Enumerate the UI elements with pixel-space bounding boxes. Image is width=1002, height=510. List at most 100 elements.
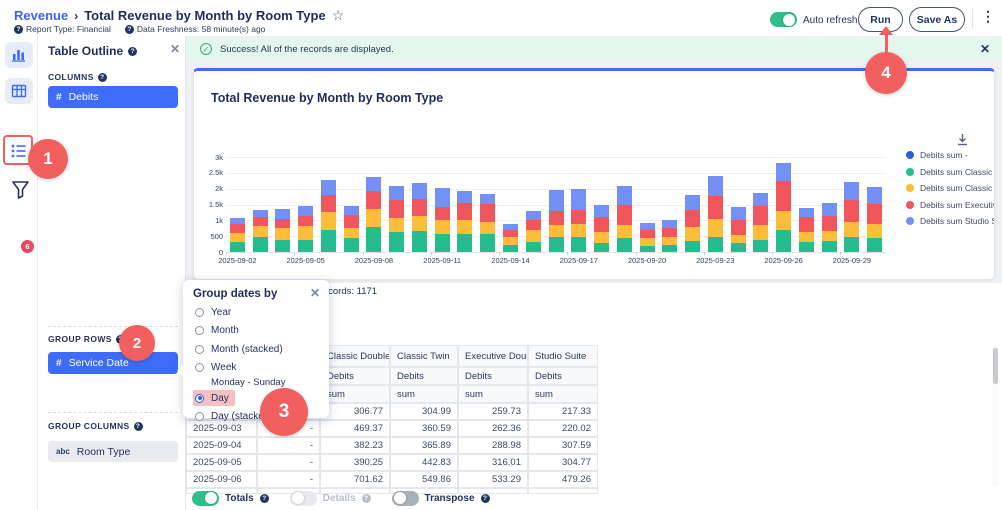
table-cell: 365.89 — [390, 437, 458, 454]
table-view-icon[interactable] — [5, 78, 33, 104]
columns-help-icon[interactable]: ? — [98, 73, 107, 82]
table-cell: 217.33 — [528, 403, 598, 420]
bar-segment-classic-double[interactable] — [480, 234, 495, 252]
bar-segment-classic-double[interactable] — [230, 242, 245, 252]
radio-button[interactable] — [195, 412, 204, 421]
bar-segment-classic-double[interactable] — [571, 237, 586, 252]
table-header-cell: Studio Suite — [528, 345, 598, 367]
x-axis-tick — [704, 252, 705, 255]
transpose-help-icon[interactable]: ? — [481, 494, 490, 503]
bar-segment-classic-double[interactable] — [685, 241, 700, 252]
legend-item-studio-suite[interactable]: Debits sum Studio Suit... — [906, 213, 994, 230]
legend-label: Debits sum Classic Twi... — [920, 183, 994, 193]
radio-button[interactable] — [195, 308, 204, 317]
totals-toggle[interactable] — [192, 491, 219, 506]
save-as-button[interactable]: Save As — [909, 7, 965, 32]
y-axis-tick-label: 2k — [193, 184, 223, 193]
bar-segment-classic-double[interactable] — [844, 237, 859, 252]
panel-help-icon[interactable]: ? — [128, 47, 137, 56]
group-option-year[interactable]: Year — [193, 304, 237, 320]
radio-button[interactable] — [195, 394, 204, 403]
report-type-help-icon[interactable]: ? — [14, 25, 23, 34]
bar-segment-classic-double[interactable] — [344, 238, 359, 252]
pill-debits[interactable]: # Debits — [48, 86, 178, 108]
bar-segment-classic-double[interactable] — [822, 241, 837, 252]
table-cell: 479.26 — [528, 471, 598, 488]
annotation-step-1: 1 — [28, 139, 68, 179]
bar-segment-classic-double[interactable] — [275, 240, 290, 252]
bar-segment-classic-double[interactable] — [321, 230, 336, 252]
totals-help-icon[interactable]: ? — [260, 494, 269, 503]
table-cell: - — [257, 454, 320, 471]
bar-segment-classic-double[interactable] — [435, 234, 450, 252]
transpose-toggle[interactable] — [392, 491, 419, 506]
table-cell: 307.59 — [528, 437, 598, 454]
scrollbar-thumb[interactable] — [993, 348, 998, 384]
bar-segment-classic-double[interactable] — [366, 227, 381, 252]
group-option-day[interactable]: Day — [193, 390, 235, 406]
panel-close-icon[interactable]: ✕ — [170, 42, 180, 56]
table-cell: 316.01 — [458, 454, 528, 471]
details-help-icon[interactable]: ? — [362, 494, 371, 503]
bar-segment-classic-double[interactable] — [708, 237, 723, 252]
bar-segment-classic-double[interactable] — [617, 238, 632, 252]
x-axis-tick-label: 2025-09-17 — [549, 256, 609, 265]
legend-item-classic-double[interactable]: Debits sum Classic Dou... — [906, 164, 994, 181]
legend-label: Debits sum Studio Suit... — [920, 216, 994, 226]
bar-segment-classic-double[interactable] — [549, 237, 564, 252]
bar-segment-classic-double[interactable] — [799, 242, 814, 252]
bar-segment-classic-double[interactable] — [412, 231, 427, 252]
legend-label: Debits sum Classic Dou... — [920, 167, 994, 177]
number-type-icon: # — [56, 358, 62, 369]
favorite-star-icon[interactable]: ☆ — [332, 7, 345, 24]
table-outline-panel: Table Outline ? ✕ COLUMNS? # Debits GROU… — [38, 36, 186, 510]
bar-segment-classic-double[interactable] — [526, 242, 541, 252]
group-columns-help-icon[interactable]: ? — [134, 422, 143, 431]
x-axis-tick — [226, 252, 227, 255]
bar-segment-classic-double[interactable] — [253, 237, 268, 252]
bar-segment-classic-double[interactable] — [503, 245, 518, 252]
breadcrumb-revenue-link[interactable]: Revenue — [14, 8, 68, 23]
table-header-cell: Debits — [320, 367, 390, 385]
table-header-cell: Debits — [390, 367, 458, 385]
banner-close-icon[interactable]: ✕ — [980, 42, 990, 56]
radio-button[interactable] — [195, 363, 204, 372]
table-header-cell: sum — [528, 385, 598, 403]
table-cell: 469.37 — [320, 420, 390, 437]
more-options-kebab-icon[interactable]: ⋮ — [981, 8, 995, 25]
legend-item-executive-double[interactable]: Debits sum Executive D... — [906, 197, 994, 214]
chart-view-icon[interactable] — [5, 42, 33, 68]
columns-section-label: COLUMNS? — [48, 72, 110, 82]
radio-button[interactable] — [195, 326, 204, 335]
bar-segment-classic-double[interactable] — [662, 245, 677, 252]
toggle-row-totals: Totals? — [192, 491, 272, 506]
pill-service-date[interactable]: # Service Date — [48, 352, 178, 374]
legend-item--[interactable]: Debits sum - — [906, 147, 994, 164]
filter-count-badge: 6 — [21, 240, 34, 253]
bar-segment-classic-double[interactable] — [389, 232, 404, 252]
section-divider — [48, 326, 178, 327]
table-cell — [528, 488, 598, 494]
legend-item-classic-twin[interactable]: Debits sum Classic Twi... — [906, 180, 994, 197]
bar-segment-classic-double[interactable] — [731, 243, 746, 253]
details-toggle[interactable] — [290, 491, 317, 506]
popup-close-icon[interactable]: ✕ — [310, 286, 320, 300]
bar-segment-classic-double[interactable] — [776, 230, 791, 252]
bar-segment-classic-double[interactable] — [753, 240, 768, 252]
bar-segment-classic-double[interactable] — [298, 240, 313, 252]
bar-segment-classic-double[interactable] — [594, 243, 609, 252]
auto-refresh-toggle[interactable] — [770, 12, 797, 27]
data-freshness-help-icon[interactable]: ? — [125, 25, 134, 34]
filter-icon[interactable] — [9, 178, 31, 202]
pill-room-type[interactable]: abc Room Type — [48, 441, 178, 462]
bar-segment-classic-double[interactable] — [640, 246, 655, 252]
bar-segment-classic-double[interactable] — [457, 234, 472, 252]
group-option-month-stacked-[interactable]: Month (stacked) — [193, 341, 289, 357]
group-option-week[interactable]: Week — [193, 360, 242, 376]
table-scrollbar[interactable] — [992, 345, 998, 487]
group-option-month[interactable]: Month — [193, 323, 245, 339]
annotation-step-2: 2 — [119, 325, 155, 361]
x-axis-tick — [840, 252, 841, 255]
radio-button[interactable] — [195, 345, 204, 354]
bar-segment-classic-double[interactable] — [867, 238, 882, 252]
